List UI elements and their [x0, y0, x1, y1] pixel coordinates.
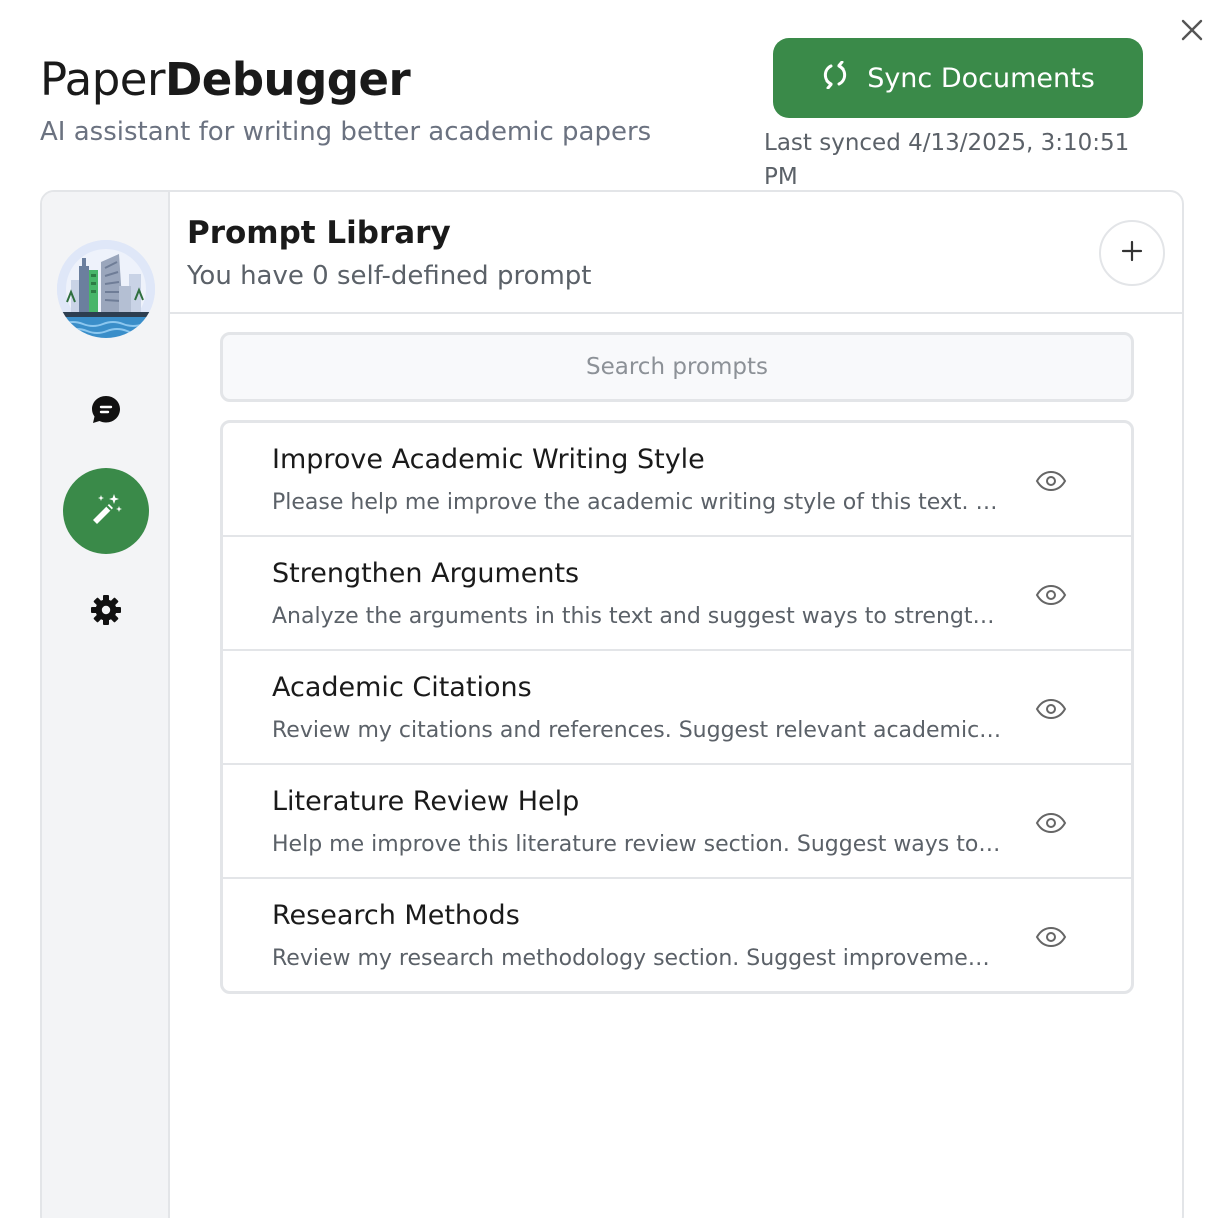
prompt-list: Improve Academic Writing Style Please he…: [220, 420, 1134, 994]
prompt-item[interactable]: Strengthen Arguments Analyze the argumen…: [223, 537, 1131, 651]
eye-icon[interactable]: [1033, 577, 1069, 613]
prompt-description: Review my research methodology section. …: [272, 946, 990, 971]
prompt-description: Help me improve this literature review s…: [272, 832, 1001, 857]
prompt-library-header: Prompt Library You have 0 self-defined p…: [170, 192, 1182, 314]
app-tagline: AI assistant for writing better academic…: [40, 117, 652, 147]
app-title: PaperDebugger: [40, 52, 411, 108]
app-title-light: Paper: [40, 53, 165, 106]
sidebar-item-prompts[interactable]: [63, 468, 149, 554]
prompt-title: Improve Academic Writing Style: [272, 444, 705, 475]
app-title-bold: Debugger: [164, 53, 411, 106]
prompt-title: Academic Citations: [272, 672, 532, 703]
prompt-description: Analyze the arguments in this text and s…: [272, 604, 995, 629]
sync-icon: [821, 60, 849, 96]
eye-icon[interactable]: [1033, 691, 1069, 727]
main-panel: Prompt Library You have 0 self-defined p…: [40, 190, 1184, 1218]
page-subtitle: You have 0 self-defined prompt: [187, 261, 592, 291]
chat-bubble-icon: [90, 394, 122, 430]
search-input[interactable]: [220, 332, 1134, 402]
sync-documents-label: Sync Documents: [867, 62, 1095, 94]
add-prompt-button[interactable]: [1099, 220, 1165, 286]
prompt-title: Research Methods: [272, 900, 520, 931]
eye-icon[interactable]: [1033, 919, 1069, 955]
sidebar-item-chat[interactable]: [86, 392, 126, 432]
sidebar: [42, 192, 170, 1218]
prompt-title: Literature Review Help: [272, 786, 580, 817]
prompt-item[interactable]: Research Methods Review my research meth…: [223, 879, 1131, 991]
close-icon[interactable]: [1176, 14, 1208, 46]
prompt-title: Strengthen Arguments: [272, 558, 580, 589]
paper-debugger-app: PaperDebugger AI assistant for writing b…: [0, 0, 1222, 1218]
sync-documents-button[interactable]: Sync Documents: [773, 38, 1143, 118]
prompt-item[interactable]: Literature Review Help Help me improve t…: [223, 765, 1131, 879]
prompt-description: Review my citations and references. Sugg…: [272, 718, 1002, 743]
prompt-item[interactable]: Academic Citations Review my citations a…: [223, 651, 1131, 765]
prompt-item[interactable]: Improve Academic Writing Style Please he…: [223, 423, 1131, 537]
eye-icon[interactable]: [1033, 463, 1069, 499]
page-title: Prompt Library: [187, 215, 451, 251]
gear-icon: [90, 594, 122, 630]
eye-icon[interactable]: [1033, 805, 1069, 841]
magic-wand-icon: [89, 492, 123, 530]
avatar[interactable]: [57, 240, 155, 338]
plus-icon: [1121, 240, 1143, 266]
prompt-description: Please help me improve the academic writ…: [272, 490, 998, 515]
last-synced-text: Last synced 4/13/2025, 3:10:51 PM: [764, 130, 1130, 190]
prompt-library-content: Prompt Library You have 0 self-defined p…: [170, 192, 1182, 1218]
sidebar-item-settings[interactable]: [86, 592, 126, 632]
